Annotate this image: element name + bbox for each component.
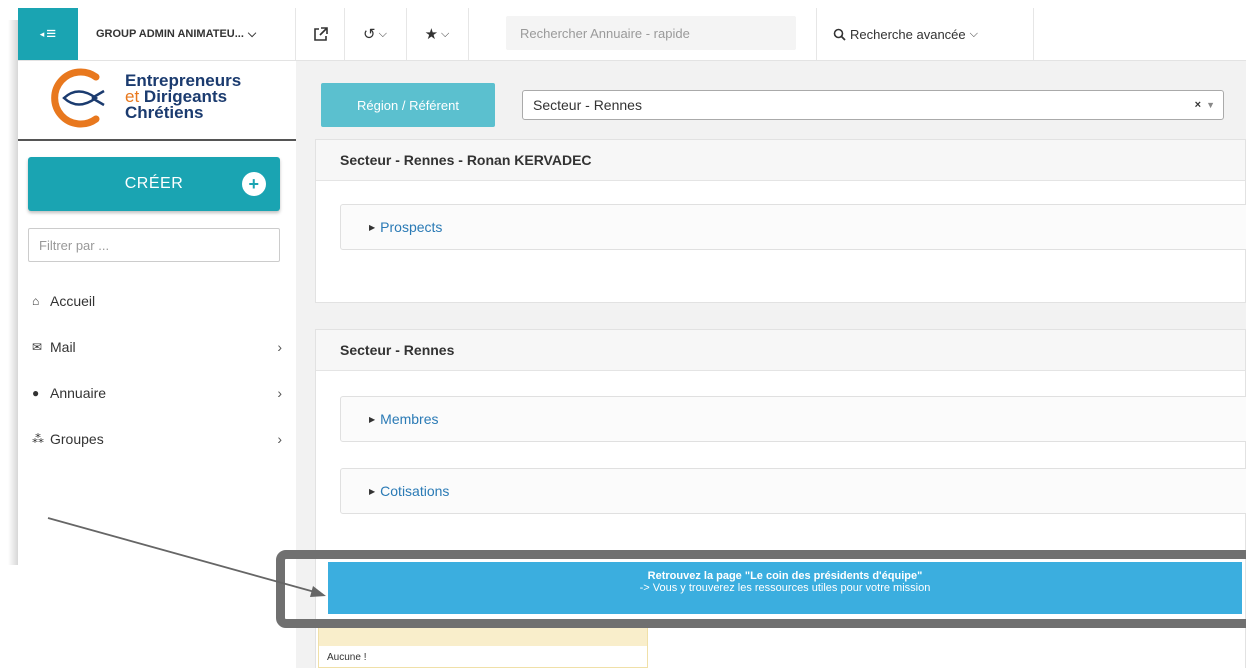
caret-right-icon: ▶ <box>369 414 376 424</box>
logo-line-3: Chrétiens <box>125 103 204 122</box>
prospects-section[interactable]: ▶ Prospects <box>340 204 1246 250</box>
sidebar-item-label: Accueil <box>50 293 96 309</box>
sidebar-item-groupes[interactable]: ⁂ Groupes › <box>32 427 282 451</box>
group-dropdown[interactable]: GROUP ADMIN ANIMATEU... ⌵ <box>78 8 296 60</box>
region-referent-label: Région / Référent <box>357 97 459 113</box>
logo-wordmark: Entrepreneurs et Dirigeants Chrétiens <box>125 72 241 122</box>
chevron-right-icon: › <box>277 431 282 447</box>
section-label: Membres <box>380 411 439 427</box>
advanced-search-label: Recherche avancée <box>850 26 966 42</box>
chevron-right-icon: › <box>277 385 282 401</box>
sidebar: Entrepreneurs et Dirigeants Chrétiens CR… <box>18 61 296 668</box>
filter-input[interactable] <box>28 228 280 262</box>
chevron-down-icon: ⌵ <box>378 27 387 40</box>
chevron-right-icon: › <box>277 339 282 355</box>
section-label: Cotisations <box>380 483 450 499</box>
logo-fish-icon <box>51 68 105 128</box>
create-button[interactable]: CRÉER + <box>28 157 280 211</box>
star-icon: ★ <box>424 26 439 43</box>
user-icon: ● <box>32 386 40 400</box>
group-label: GROUP ADMIN ANIMATEU... <box>96 28 244 40</box>
sidebar-item-mail[interactable]: ✉ Mail › <box>32 335 282 359</box>
caret-right-icon: ▶ <box>369 486 376 496</box>
search-icon <box>833 28 846 41</box>
membres-section[interactable]: ▶ Membres <box>340 396 1246 442</box>
region-referent-button[interactable]: Région / Référent <box>321 83 495 127</box>
sidebar-item-label: Annuaire <box>50 385 107 401</box>
quick-search-input[interactable] <box>506 16 796 50</box>
sidebar-item-label: Mail <box>50 339 76 355</box>
sector-select-value: Secteur - Rennes <box>533 97 642 113</box>
sector-referent-panel: Secteur - Rennes - Ronan KERVADEC ▶ Pros… <box>315 139 1246 303</box>
screenshot-shadow-left <box>8 20 18 565</box>
cotisations-section[interactable]: ▶ Cotisations <box>340 468 1246 514</box>
caret-left-icon: ◂ <box>39 28 45 39</box>
chevron-down-icon: ⌵ <box>441 27 450 40</box>
plus-icon: + <box>242 172 266 196</box>
sidebar-item-accueil[interactable]: ⌂ Accueil <box>32 289 282 313</box>
clear-icon[interactable]: × <box>1195 99 1201 111</box>
envelope-icon: ✉ <box>32 340 43 354</box>
external-link-button[interactable] <box>296 8 345 60</box>
caret-down-icon: ▼ <box>1206 100 1215 110</box>
hamburger-icon: ≡ <box>46 24 57 43</box>
history-button[interactable]: ↺ ⌵ <box>344 8 407 60</box>
external-link-icon <box>313 26 328 41</box>
chevron-down-icon: ⌵ <box>969 27 978 40</box>
panel-title: Secteur - Rennes <box>316 330 1245 371</box>
history-icon: ↺ <box>363 26 376 43</box>
advanced-search-button[interactable]: Recherche avancée ⌵ <box>816 8 1034 60</box>
sidebar-item-label: Groupes <box>50 431 104 447</box>
caret-right-icon: ▶ <box>369 222 376 232</box>
sidebar-item-annuaire[interactable]: ● Annuaire › <box>32 381 282 405</box>
quick-search <box>506 16 796 50</box>
notice-text: Aucune ! <box>327 652 367 663</box>
panel-title: Secteur - Rennes - Ronan KERVADEC <box>316 140 1245 181</box>
section-label: Prospects <box>380 219 443 235</box>
logo-divider <box>18 139 296 141</box>
menu-toggle-button[interactable]: ◂ ≡ <box>18 8 78 60</box>
home-icon: ⌂ <box>32 294 40 308</box>
top-bar: ◂ ≡ GROUP ADMIN ANIMATEU... ⌵ ↺ ⌵ ★ ⌵ Re… <box>18 8 1246 61</box>
users-icon: ⁂ <box>32 432 44 446</box>
highlight-frame <box>276 550 1246 628</box>
edc-logo[interactable]: Entrepreneurs et Dirigeants Chrétiens <box>48 67 268 129</box>
chevron-down-icon: ⌵ <box>247 27 257 40</box>
favorites-button[interactable]: ★ ⌵ <box>406 8 469 60</box>
sector-select[interactable]: Secteur - Rennes × ▼ <box>522 90 1224 120</box>
create-label: CRÉER <box>124 175 184 192</box>
